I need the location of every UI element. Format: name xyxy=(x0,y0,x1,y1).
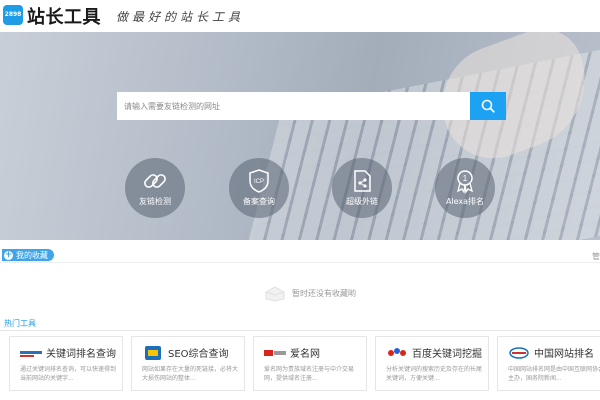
tool-card-title: SEO综合查询 xyxy=(168,349,229,360)
manage-link[interactable]: 管 xyxy=(592,251,600,262)
logo-badge[interactable]: 2898 xyxy=(3,5,23,25)
empty-text: 暂时还没有收藏哟 xyxy=(292,288,356,298)
tool-card-desc: 分析关键词的搜索历史及存在的长尾关键词，方便关键... xyxy=(386,366,483,382)
tool-card-title: 百度关键词挖掘 xyxy=(412,349,482,360)
china-rank-logo-icon xyxy=(509,347,529,359)
feature-alexa-rank[interactable]: 1 Alexa排名 xyxy=(435,158,495,218)
tool-card-title: 爱名网 xyxy=(290,349,320,360)
feature-label: 友链检测 xyxy=(139,197,171,206)
search-button[interactable] xyxy=(470,92,506,120)
tool-card-title: 关键词排名查询 xyxy=(46,349,116,360)
tool-card-desc: 爱名网为贵族域名注册与中介交易网，提供域名注册... xyxy=(264,366,355,382)
favorites-tab[interactable]: + 我的收藏 xyxy=(2,249,54,261)
feature-label: 超级外链 xyxy=(346,197,378,206)
tool-card-china-rank[interactable]: 中国网站排名 中国网站排名网是由中国互联网协会主办，国务院新闻... xyxy=(497,336,600,391)
svg-text:1: 1 xyxy=(463,174,468,183)
header: 2898 站长工具 做最好的站长工具 xyxy=(0,0,600,32)
tool-card-desc: 通过关键词排名查询，可以快速得到当前网站的关键字... xyxy=(20,366,117,382)
tool-card-keyword-rank[interactable]: 关键词排名查询 通过关键词排名查询，可以快速得到当前网站的关键字... xyxy=(9,336,123,391)
logo-text[interactable]: 站长工具 xyxy=(27,3,101,29)
tool-card-22cn[interactable]: 爱名网 爱名网为贵族域名注册与中介交易网，提供域名注册... xyxy=(253,336,367,391)
favorites-tab-label: 我的收藏 xyxy=(16,250,48,260)
icp-shield-icon: ICP xyxy=(249,169,269,193)
seo-logo-icon xyxy=(145,346,161,360)
svg-text:ICP: ICP xyxy=(254,179,264,185)
share-document-icon xyxy=(354,170,371,192)
tool-card-title: 中国网站排名 xyxy=(534,349,594,360)
tool-card-desc: 网站如果存在大量的死链接，必将大大损伤网站的整体... xyxy=(142,366,239,382)
plus-icon: + xyxy=(4,249,13,260)
search-icon xyxy=(481,99,495,113)
divider xyxy=(0,262,600,263)
22cn-logo-icon xyxy=(264,350,286,356)
search-input[interactable] xyxy=(117,92,470,120)
link-icon xyxy=(144,174,166,188)
hot-tools-title: 热门工具 xyxy=(4,319,36,328)
feature-label: 备案查询 xyxy=(243,197,275,206)
tool-card-baidu-keyword[interactable]: 百度关键词挖掘 分析关键词的搜索历史及存在的长尾关键词，方便关键... xyxy=(375,336,489,391)
search-bar xyxy=(117,92,506,120)
tool-card-desc: 中国网站排名网是由中国互联网协会主办，国务院新闻... xyxy=(508,366,600,382)
slogan: 做最好的站长工具 xyxy=(116,10,245,24)
keyword-logo-icon xyxy=(20,351,42,357)
baidu-logo-icon xyxy=(388,348,406,356)
tool-card-seo-query[interactable]: SEO综合查询 网站如果存在大量的死链接，必将大大损伤网站的整体... xyxy=(131,336,245,391)
medal-icon: 1 xyxy=(457,170,473,194)
feature-super-links[interactable]: 超级外链 xyxy=(332,158,392,218)
feature-icp-query[interactable]: ICP 备案查询 xyxy=(229,158,289,218)
feature-link-check[interactable]: 友链检测 xyxy=(125,158,185,218)
feature-label: Alexa排名 xyxy=(445,197,485,206)
favorites-empty-state: 暂时还没有收藏哟 xyxy=(264,284,356,302)
divider xyxy=(0,330,600,331)
hero-banner: 友链检测 ICP 备案查询 超级外链 1 Alexa排名 xyxy=(0,32,600,240)
empty-box-icon xyxy=(265,286,285,302)
